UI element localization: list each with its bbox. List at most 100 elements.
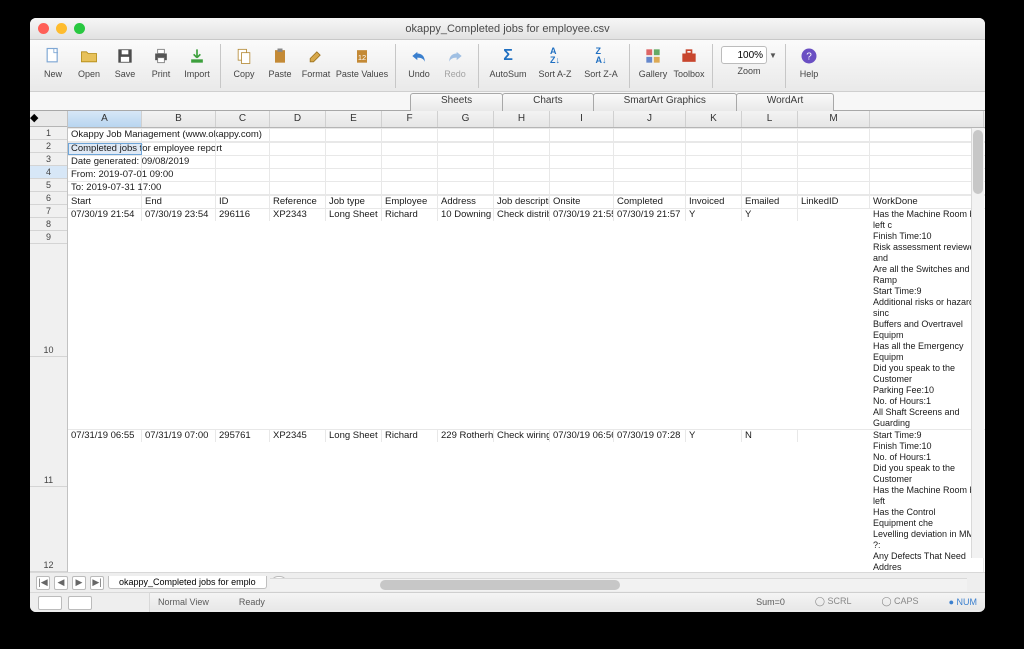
row-header[interactable]: 1 (30, 127, 67, 140)
cell[interactable]: 07/30/19 21:57 (614, 209, 686, 221)
selected-cell[interactable]: Completed jobs for employee report (68, 143, 142, 155)
toolbox-button[interactable]: Toolbox (672, 42, 706, 90)
column-headers: A B C D E F G H I J K L M (68, 111, 985, 128)
paste-button[interactable]: Paste (263, 42, 297, 90)
spreadsheet: ◆ 1 2 3 4 5 6 7 8 9 10 11 12 A B C D E F… (30, 111, 985, 572)
row-header[interactable]: 2 (30, 140, 67, 153)
col-header[interactable]: A (68, 111, 142, 127)
svg-text:?: ? (806, 51, 812, 62)
cell[interactable]: Check wiring (494, 430, 550, 442)
undo-button[interactable]: Undo (402, 42, 436, 90)
cell[interactable]: 07/30/19 06:56 (550, 430, 614, 442)
cell-workdone[interactable]: Start Time:9Finish Time:10No. of Hours:1… (870, 430, 984, 572)
zoom-control[interactable]: ▼ Zoom (719, 42, 779, 90)
cell-workdone[interactable]: Has the Machine Room be left cFinish Tim… (870, 209, 984, 429)
row-header[interactable]: 11 (30, 357, 67, 488)
cell[interactable]: 07/30/19 21:55 (550, 209, 614, 221)
paste-values-button[interactable]: 12Paste Values (335, 42, 389, 90)
row-header[interactable]: 9 (30, 231, 67, 244)
col-header[interactable]: I (550, 111, 614, 127)
scroll-thumb[interactable] (973, 130, 983, 194)
print-button[interactable]: Print (144, 42, 178, 90)
cell[interactable]: To: 2019-07-31 17:00 (68, 182, 142, 194)
col-header[interactable]: D (270, 111, 326, 127)
col-header[interactable] (870, 111, 984, 127)
col-header[interactable]: J (614, 111, 686, 127)
cell[interactable]: 07/31/19 07:00 (142, 430, 216, 442)
cell[interactable]: Richard (382, 430, 438, 442)
redo-button[interactable]: Redo (438, 42, 472, 90)
row-header[interactable]: 4 (30, 166, 67, 179)
save-button[interactable]: Save (108, 42, 142, 90)
col-header[interactable]: B (142, 111, 216, 127)
first-sheet-icon[interactable]: |◀ (36, 576, 50, 590)
cell[interactable]: 10 Downing S (438, 209, 494, 221)
tab-sheets[interactable]: Sheets (410, 93, 503, 112)
col-header[interactable]: M (798, 111, 870, 127)
cell[interactable]: Check distribu (494, 209, 550, 221)
select-all-corner[interactable]: ◆ (30, 111, 67, 127)
normal-view-button[interactable] (38, 596, 62, 610)
import-button[interactable]: Import (180, 42, 214, 90)
cell[interactable]: Richard (382, 209, 438, 221)
gallery-button[interactable]: Gallery (636, 42, 670, 90)
page-layout-button[interactable] (68, 596, 92, 610)
cell[interactable]: N (742, 430, 798, 442)
cell[interactable]: Y (742, 209, 798, 221)
new-button[interactable]: New (36, 42, 70, 90)
row-header[interactable]: 12 (30, 487, 67, 572)
cell[interactable]: From: 2019-07-01 09:00 (68, 169, 142, 181)
sort-az-button[interactable]: AZ↓Sort A-Z (533, 42, 577, 90)
col-header[interactable]: E (326, 111, 382, 127)
copy-button[interactable]: Copy (227, 42, 261, 90)
cell[interactable]: Long Sheet (326, 430, 382, 442)
col-header[interactable]: H (494, 111, 550, 127)
row-header[interactable]: 7 (30, 205, 67, 218)
tab-charts[interactable]: Charts (502, 93, 593, 112)
table-row: 07/31/19 06:5507/31/19 07:00295761XP2345… (68, 430, 985, 572)
cell[interactable]: 07/31/19 06:55 (68, 430, 142, 442)
cell[interactable]: 07/30/19 21:54 (68, 209, 142, 221)
cell[interactable]: XP2343 (270, 209, 326, 221)
autosum-button[interactable]: ΣAutoSum (485, 42, 531, 90)
cell[interactable]: 296116 (216, 209, 270, 221)
col-header[interactable]: L (742, 111, 798, 127)
row-header[interactable]: 8 (30, 218, 67, 231)
sheet-tab[interactable]: okappy_Completed jobs for emplo (108, 576, 267, 589)
sort-za-button[interactable]: ZA↓Sort Z-A (579, 42, 623, 90)
open-button[interactable]: Open (72, 42, 106, 90)
grid[interactable]: Okappy Job Management (www.okappy.com) C… (68, 128, 985, 572)
view-label: Normal View (158, 597, 209, 607)
row-header[interactable]: 10 (30, 244, 67, 356)
ribbon-tabs: Sheets Charts SmartArt Graphics WordArt (30, 92, 985, 111)
col-header[interactable]: G (438, 111, 494, 127)
cell[interactable]: XP2345 (270, 430, 326, 442)
last-sheet-icon[interactable]: ▶| (90, 576, 104, 590)
chevron-down-icon[interactable]: ▼ (769, 51, 777, 60)
cell[interactable]: 295761 (216, 430, 270, 442)
format-button[interactable]: Format (299, 42, 333, 90)
row-header[interactable]: 3 (30, 153, 67, 166)
tab-wordart[interactable]: WordArt (736, 93, 835, 112)
row-header[interactable]: 5 (30, 179, 67, 192)
scroll-thumb[interactable] (380, 580, 620, 590)
cell[interactable]: 07/30/19 07:28 (614, 430, 686, 442)
row-header[interactable]: 6 (30, 192, 67, 205)
col-header[interactable]: K (686, 111, 742, 127)
col-header[interactable]: C (216, 111, 270, 127)
cell[interactable]: Date generated: 09/08/2019 (68, 156, 142, 168)
zoom-input[interactable] (721, 46, 767, 64)
help-button[interactable]: ?Help (792, 42, 826, 90)
cell[interactable]: Long Sheet (326, 209, 382, 221)
cell[interactable]: Y (686, 209, 742, 221)
prev-sheet-icon[interactable]: ◀ (54, 576, 68, 590)
horizontal-scrollbar[interactable] (270, 578, 967, 591)
next-sheet-icon[interactable]: ▶ (72, 576, 86, 590)
cell[interactable]: Y (686, 430, 742, 442)
col-header[interactable]: F (382, 111, 438, 127)
cell[interactable]: Okappy Job Management (www.okappy.com) (68, 129, 142, 141)
vertical-scrollbar[interactable] (971, 128, 984, 558)
cell[interactable]: 229 Rotherhit (438, 430, 494, 442)
tab-smartart[interactable]: SmartArt Graphics (593, 93, 737, 112)
cell[interactable]: 07/30/19 23:54 (142, 209, 216, 221)
